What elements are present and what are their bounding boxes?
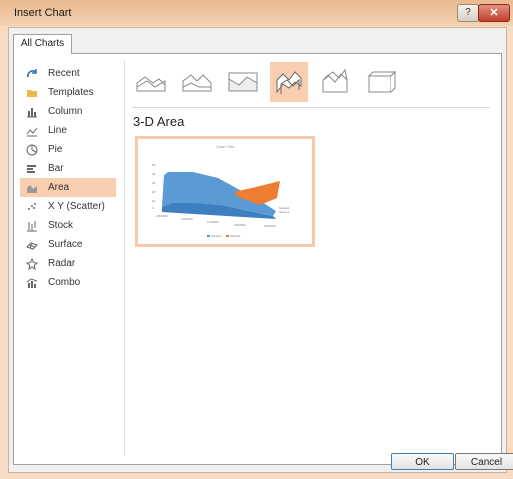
preview-chart: Chart Title 50 40 30 20 10 0 1/5/2002 1/… [152,144,290,238]
chart-type-label: Stock [48,220,74,231]
chart-type-label: Templates [48,87,94,98]
x-tick: 1/8/2002 [234,223,246,227]
dialog-body: All Charts Recent Templates Column Line … [8,27,513,473]
y-tick: 0 [152,206,154,210]
chart-type-label: Bar [48,163,64,174]
chart-type-label: Line [48,125,67,136]
legend-swatch-series1 [207,235,210,237]
legend-swatch-series2 [226,235,229,237]
subtype-title: 3-D Area [133,114,185,129]
x-tick: 1/7/2002 [207,220,219,224]
area-variant-2[interactable] [178,62,216,102]
pie-chart-icon [26,144,38,156]
area-variant-1[interactable] [132,62,170,102]
area-variant-3d-percent[interactable] [362,62,400,102]
chart-type-radar[interactable]: Radar [20,254,116,273]
chart-type-label: Pie [48,144,63,155]
chart-type-bar[interactable]: Bar [20,159,116,178]
chart-type-recent[interactable]: Recent [20,64,116,83]
area-variant-3d[interactable] [270,62,308,102]
chart-type-surface[interactable]: Surface [20,235,116,254]
surface-chart-icon [26,239,38,251]
scatter-chart-icon [26,201,38,213]
close-button[interactable]: ✕ [478,4,510,22]
preview-y-axis: 50 40 30 20 10 0 [152,163,156,210]
chart-type-label: Column [48,106,83,117]
3d-percent-area-variant-icon [367,70,397,93]
column-chart-icon [26,106,38,118]
area-chart-icon [26,182,38,194]
bar-chart-icon [26,163,38,175]
y-tick: 50 [152,163,156,167]
combo-chart-icon [26,277,38,289]
tab-panel: Recent Templates Column Line Pie Bar Are… [13,53,502,465]
divider [124,60,125,456]
chart-type-scatter[interactable]: X Y (Scatter) [20,197,116,216]
chart-type-label: Area [48,182,70,193]
cancel-button[interactable]: Cancel [455,453,513,470]
gallery-divider [132,107,490,108]
stock-chart-icon [26,220,38,232]
tab-all-charts[interactable]: All Charts [13,34,72,54]
help-button[interactable]: ? [457,4,479,22]
area-variant-3d-stacked[interactable] [316,62,354,102]
chart-type-column[interactable]: Column [20,102,116,121]
radar-chart-icon [26,257,38,270]
y-tick: 40 [152,172,156,176]
chart-type-label: X Y (Scatter) [48,201,105,212]
series1-label: Series1 [279,210,290,214]
window-title: Insert Chart [14,7,72,19]
subtype-gallery [132,62,400,106]
x-tick: 1/9/2002 [264,224,276,228]
chart-type-stock[interactable]: Stock [20,216,116,235]
area-variant-3[interactable] [224,62,262,102]
3d-area-variant-icon [276,71,302,94]
3d-stacked-area-variant-icon [322,68,348,93]
chart-type-area[interactable]: Area [20,178,116,197]
ok-button[interactable]: OK [391,453,454,470]
preview-chart-title: Chart Title [216,144,235,149]
y-tick: 10 [152,199,156,203]
y-tick: 20 [152,190,156,194]
area-variant-icon [136,76,166,92]
percent-area-variant-icon [228,72,258,92]
chart-type-templates[interactable]: Templates [20,83,116,102]
chart-preview[interactable]: Chart Title 50 40 30 20 10 0 1/5/2002 1/… [135,136,315,247]
chart-type-line[interactable]: Line [20,121,116,140]
chart-type-list: Recent Templates Column Line Pie Bar Are… [20,64,116,292]
y-tick: 30 [152,181,156,185]
x-tick: 1/5/2002 [156,214,168,218]
legend-label-series1: Series1 [211,234,222,238]
stacked-area-variant-icon [182,74,212,92]
chart-type-pie[interactable]: Pie [20,140,116,159]
recent-icon [26,68,38,80]
title-bar: Insert Chart ? ✕ [0,0,513,26]
chart-type-combo[interactable]: Combo [20,273,116,292]
chart-type-label: Recent [48,68,80,79]
line-chart-icon [26,125,38,137]
legend-label-series2: Series2 [230,234,241,238]
folder-icon [26,87,38,99]
chart-type-label: Combo [48,277,81,288]
chart-type-label: Surface [48,239,83,250]
chart-type-label: Radar [48,258,76,269]
x-tick: 1/6/2002 [181,217,193,221]
